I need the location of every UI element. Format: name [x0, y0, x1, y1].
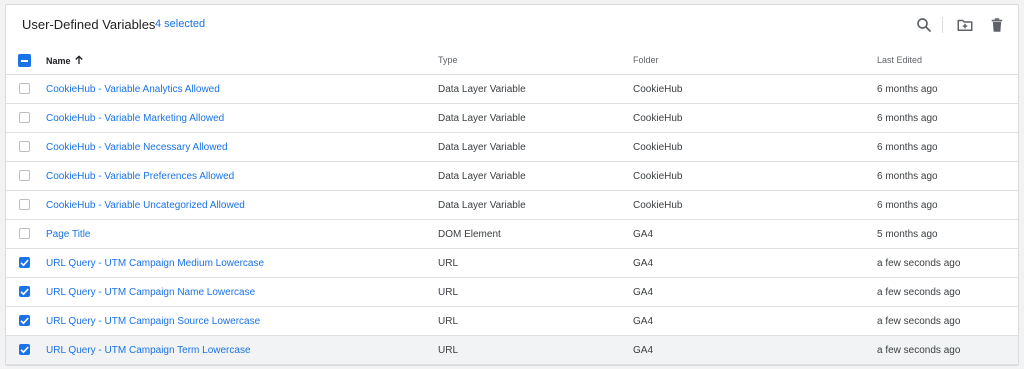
table-row[interactable]: URL Query - UTM Campaign Medium Lowercas…: [6, 249, 1018, 278]
variable-last-edited: a few seconds ago: [877, 345, 961, 356]
row-checkbox[interactable]: [19, 83, 30, 94]
variable-last-edited: a few seconds ago: [877, 316, 961, 327]
row-checkbox[interactable]: [19, 257, 30, 268]
card-header: User-Defined Variables 4 selected: [6, 5, 1018, 45]
variable-type: Data Layer Variable: [438, 113, 526, 124]
variable-name-link[interactable]: URL Query - UTM Campaign Term Lowercase: [46, 345, 251, 356]
column-header-last-edited[interactable]: Last Edited: [877, 55, 922, 65]
variable-folder: CookieHub: [633, 84, 683, 95]
variable-name-link[interactable]: CookieHub - Variable Necessary Allowed: [46, 142, 228, 153]
selected-count: 4 selected: [155, 18, 206, 30]
variable-type: URL: [438, 287, 459, 298]
variable-name-link[interactable]: URL Query - UTM Campaign Source Lowercas…: [46, 316, 260, 327]
table-row[interactable]: URL Query - UTM Campaign Name Lowercase U…: [6, 278, 1018, 307]
variable-type: Data Layer Variable: [438, 200, 526, 211]
variable-folder: CookieHub: [633, 142, 683, 153]
variable-type: URL: [438, 345, 459, 356]
row-checkbox[interactable]: [19, 228, 30, 239]
variable-last-edited: 5 months ago: [877, 229, 938, 240]
variable-name-link[interactable]: CookieHub - Variable Marketing Allowed: [46, 113, 224, 124]
variable-folder: CookieHub: [633, 171, 683, 182]
indeterminate-mark: [21, 59, 28, 62]
variable-last-edited: 6 months ago: [877, 113, 938, 124]
delete-icon[interactable]: [988, 16, 1006, 34]
variable-name-link[interactable]: URL Query - UTM Campaign Name Lowercase: [46, 287, 255, 298]
table-row[interactable]: CookieHub - Variable Uncategorized Allow…: [6, 191, 1018, 220]
column-header-name[interactable]: Name: [46, 55, 84, 66]
variable-type: Data Layer Variable: [438, 142, 526, 153]
table-body: CookieHub - Variable Analytics Allowed Da…: [6, 75, 1018, 365]
row-checkbox[interactable]: [19, 112, 30, 123]
variable-folder: GA4: [633, 229, 654, 240]
select-all-checkbox[interactable]: [18, 54, 31, 67]
variable-type: URL: [438, 258, 459, 269]
variable-type: URL: [438, 316, 459, 327]
variable-type: Data Layer Variable: [438, 171, 526, 182]
variables-card: User-Defined Variables 4 selected Name T…: [5, 4, 1019, 366]
column-header-name-label: Name: [46, 56, 71, 66]
row-checkbox[interactable]: [19, 315, 30, 326]
table-row[interactable]: CookieHub - Variable Analytics Allowed Da…: [6, 75, 1018, 104]
variable-type: DOM Element: [438, 229, 501, 240]
table-row[interactable]: URL Query - UTM Campaign Source Lowercas…: [6, 307, 1018, 336]
table-row[interactable]: Page Title DOM Element GA4 5 months ago: [6, 220, 1018, 249]
table-header: Name Type Folder Last Edited: [6, 45, 1018, 75]
row-checkbox[interactable]: [19, 141, 30, 152]
variable-folder: GA4: [633, 287, 654, 298]
variable-type: Data Layer Variable: [438, 84, 526, 95]
header-divider: [942, 17, 943, 33]
page-title: User-Defined Variables: [22, 17, 156, 32]
variable-folder: CookieHub: [633, 113, 683, 124]
row-checkbox[interactable]: [19, 286, 30, 297]
variable-last-edited: a few seconds ago: [877, 287, 961, 298]
column-header-folder[interactable]: Folder: [633, 55, 659, 65]
sort-ascending-icon[interactable]: [74, 55, 84, 65]
variable-name-link[interactable]: URL Query - UTM Campaign Medium Lowercas…: [46, 258, 264, 269]
variable-name-link[interactable]: CookieHub - Variable Preferences Allowed: [46, 171, 234, 182]
variable-folder: CookieHub: [633, 200, 683, 211]
variable-folder: GA4: [633, 258, 654, 269]
row-checkbox[interactable]: [19, 344, 30, 355]
table-row[interactable]: CookieHub - Variable Necessary Allowed Da…: [6, 133, 1018, 162]
variable-folder: GA4: [633, 316, 654, 327]
variable-last-edited: 6 months ago: [877, 200, 938, 211]
variable-last-edited: 6 months ago: [877, 84, 938, 95]
table-row[interactable]: CookieHub - Variable Marketing Allowed Da…: [6, 104, 1018, 133]
variable-last-edited: 6 months ago: [877, 171, 938, 182]
row-checkbox[interactable]: [19, 199, 30, 210]
add-to-folder-icon[interactable]: [956, 16, 974, 34]
variable-name-link[interactable]: CookieHub - Variable Analytics Allowed: [46, 84, 220, 95]
variable-name-link[interactable]: CookieHub - Variable Uncategorized Allow…: [46, 200, 245, 211]
search-icon[interactable]: [915, 16, 933, 34]
variable-last-edited: 6 months ago: [877, 142, 938, 153]
table-row[interactable]: CookieHub - Variable Preferences Allowed…: [6, 162, 1018, 191]
row-checkbox[interactable]: [19, 170, 30, 181]
variable-last-edited: a few seconds ago: [877, 258, 961, 269]
column-header-type[interactable]: Type: [438, 55, 458, 65]
variable-folder: GA4: [633, 345, 654, 356]
table-row[interactable]: URL Query - UTM Campaign Term Lowercase U…: [6, 336, 1018, 365]
variable-name-link[interactable]: Page Title: [46, 229, 90, 240]
